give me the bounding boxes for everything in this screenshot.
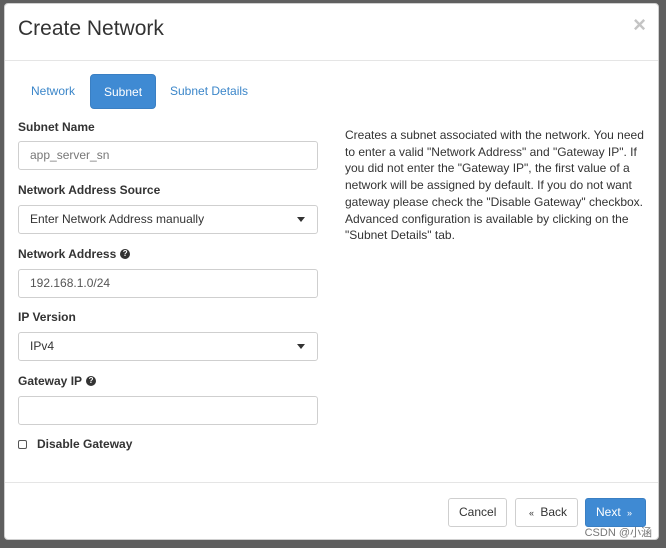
gateway-ip-label: Gateway IP ? bbox=[18, 374, 97, 388]
network-address-label-text: Network Address bbox=[18, 247, 117, 261]
next-button-label: Next bbox=[596, 505, 621, 519]
modal-footer: Cancel « Back Next » bbox=[5, 482, 658, 539]
disable-gateway-label: Disable Gateway bbox=[37, 437, 133, 451]
disable-gateway-row: Disable Gateway bbox=[18, 437, 132, 451]
cancel-button-label: Cancel bbox=[459, 505, 497, 519]
cancel-button[interactable]: Cancel bbox=[448, 498, 508, 527]
next-button[interactable]: Next » bbox=[585, 498, 647, 527]
back-button[interactable]: « Back bbox=[515, 498, 579, 527]
network-address-source-value: Enter Network Address manually bbox=[30, 212, 205, 226]
subnet-help-text: Creates a subnet associated with the net… bbox=[345, 128, 644, 243]
double-chevron-right-icon: » bbox=[627, 508, 633, 518]
ip-version-select[interactable]: IPv4 bbox=[18, 332, 318, 361]
create-network-modal: Create Network × Network Subnet Subnet D… bbox=[4, 3, 659, 540]
question-circle-icon[interactable]: ? bbox=[86, 376, 97, 386]
caret-down-icon bbox=[297, 344, 305, 349]
tab-subnet-details[interactable]: Subnet Details bbox=[157, 74, 261, 109]
double-chevron-left-icon: « bbox=[529, 508, 535, 518]
network-address-source-label: Network Address Source bbox=[18, 183, 160, 197]
caret-down-icon bbox=[297, 217, 305, 222]
ip-version-label-text: IP Version bbox=[18, 310, 76, 324]
modal-header: Create Network × bbox=[5, 4, 658, 61]
network-address-source-select[interactable]: Enter Network Address manually bbox=[18, 205, 318, 234]
close-icon[interactable]: × bbox=[633, 12, 646, 38]
network-address-input[interactable]: 192.168.1.0/24 bbox=[18, 269, 318, 298]
subnet-name-label: Subnet Name bbox=[18, 120, 95, 134]
network-address-source-label-text: Network Address Source bbox=[18, 183, 161, 197]
disable-gateway-checkbox[interactable] bbox=[18, 439, 27, 449]
subnet-name-label-text: Subnet Name bbox=[18, 120, 95, 134]
modal-title: Create Network bbox=[18, 17, 164, 40]
question-circle-icon[interactable]: ? bbox=[120, 249, 131, 259]
gateway-ip-input[interactable] bbox=[18, 396, 318, 425]
gateway-ip-label-text: Gateway IP bbox=[18, 374, 83, 388]
ip-version-label: IP Version bbox=[18, 310, 76, 324]
back-button-label: Back bbox=[540, 505, 568, 519]
tab-subnet[interactable]: Subnet bbox=[90, 74, 157, 109]
watermark: CSDN @小涵 bbox=[584, 527, 652, 539]
network-address-label: Network Address ? bbox=[18, 247, 131, 261]
subnet-name-input[interactable]: app_server_sn bbox=[18, 141, 318, 170]
tab-network[interactable]: Network bbox=[18, 74, 88, 109]
ip-version-value: IPv4 bbox=[30, 339, 55, 353]
